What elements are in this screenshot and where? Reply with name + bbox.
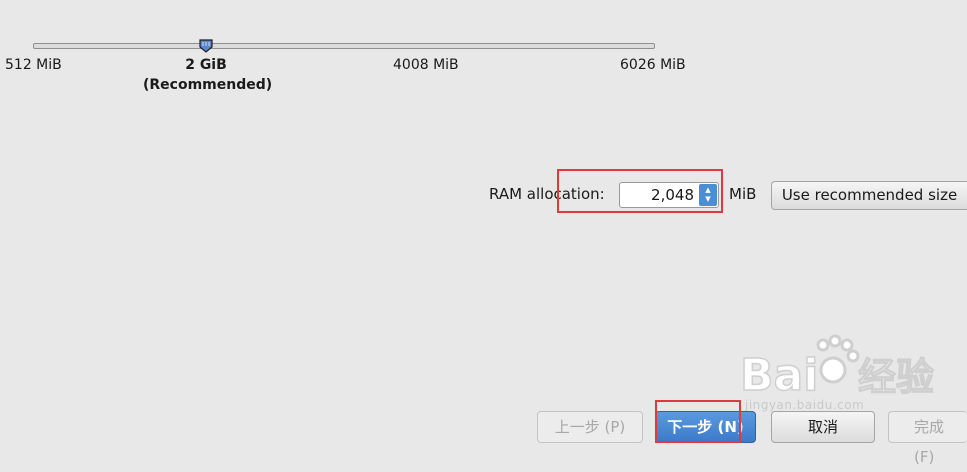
tick-label-mid: 4008 MiB bbox=[393, 57, 459, 73]
cancel-button[interactable]: 取消 bbox=[771, 411, 875, 443]
watermark-url: jingyan.baidu.com bbox=[745, 398, 865, 412]
svg-text:Bai: Bai bbox=[740, 350, 818, 401]
use-recommended-size-button[interactable]: Use recommended size bbox=[771, 181, 967, 210]
annotation-highlight-next bbox=[655, 400, 741, 443]
memory-slider-track[interactable] bbox=[33, 43, 655, 49]
slider-thumb-icon[interactable] bbox=[199, 39, 213, 53]
svg-text:经验: 经验 bbox=[858, 355, 934, 399]
recommended-value: 2 GiB bbox=[185, 57, 227, 73]
tick-label-recommended: 2 GiB (Recommended) bbox=[143, 55, 273, 95]
annotation-highlight-ram bbox=[557, 169, 723, 213]
tick-label-max: 6026 MiB bbox=[620, 57, 686, 73]
finish-button[interactable]: 完成 (F) bbox=[888, 411, 967, 466]
ram-unit-label: MiB bbox=[729, 185, 757, 203]
previous-step-button[interactable]: 上一步 (P) bbox=[537, 411, 643, 443]
recommended-note: (Recommended) bbox=[143, 77, 273, 93]
tick-label-min: 512 MiB bbox=[5, 57, 62, 73]
